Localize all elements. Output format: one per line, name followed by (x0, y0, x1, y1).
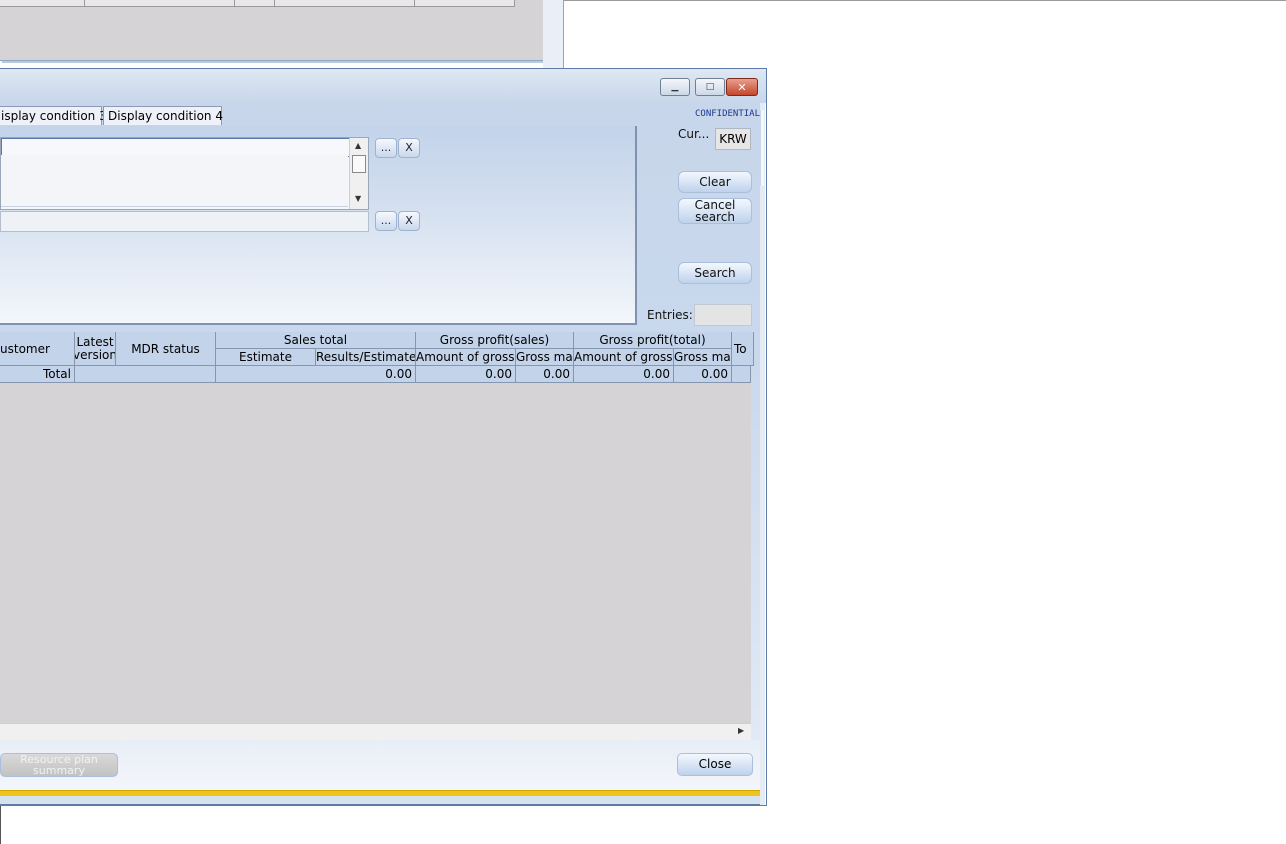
total-row-gp-total-amount: 0.00 (574, 366, 674, 383)
desktop-edge (0, 806, 1, 844)
background-column-divider (234, 0, 235, 6)
clear-button[interactable]: Clear (678, 171, 752, 193)
total-row-gp-total-margin: 0.00 (674, 366, 732, 383)
total-row-gp-sales-margin: 0.00 (516, 366, 574, 383)
tab-display-condition-4[interactable]: Display condition 4 (103, 106, 223, 125)
resource-plan-label: summary (33, 764, 85, 777)
confidential-label: CONFIDENTIAL (695, 109, 761, 119)
scroll-thumb[interactable] (352, 155, 366, 173)
listbox-scrollbar[interactable]: ▲ ▼ (349, 138, 368, 209)
close-button[interactable]: Close (677, 753, 753, 776)
clear-x-button[interactable]: X (398, 211, 420, 231)
tab-display-condition-3[interactable]: isplay condition 3 (0, 106, 107, 125)
browse-button[interactable]: ... (375, 211, 397, 231)
currency-field[interactable]: KRW (715, 128, 751, 150)
condition-text-field[interactable] (0, 211, 369, 232)
background-column-divider (84, 0, 85, 6)
search-button[interactable]: Search (678, 262, 752, 284)
maximize-button[interactable]: □ (695, 78, 725, 96)
column-header-estimate[interactable]: Estimate (216, 349, 316, 366)
column-header-gross-profit-sales[interactable]: Gross profit(sales) (416, 332, 574, 349)
desktop-edge (563, 0, 1286, 1)
scroll-down-icon[interactable]: ▼ (355, 194, 361, 203)
column-header-sales-total[interactable]: Sales total (216, 332, 416, 349)
total-row-label: Total (0, 366, 75, 383)
browse-button[interactable]: ... (375, 138, 397, 158)
title-bar[interactable]: ▁ □ ✕ (0, 68, 766, 103)
right-scroll-stub (760, 110, 764, 186)
total-row-gp-sales-amount: 0.00 (416, 366, 516, 383)
list-item[interactable] (1, 155, 348, 173)
cancel-search-button[interactable]: Cancel search (678, 198, 752, 224)
column-header-to[interactable]: To (732, 332, 754, 366)
column-header-results-estimate[interactable]: Results/Estimate (316, 349, 416, 366)
column-header-gp-total-amount[interactable]: Amount of gross p (574, 349, 674, 366)
scroll-up-icon[interactable]: ▲ (355, 141, 361, 150)
column-header-customer[interactable]: ustomer (0, 332, 75, 366)
close-window-button[interactable]: ✕ (726, 78, 758, 96)
background-column-divider (414, 0, 415, 6)
column-header-gp-sales-margin[interactable]: Gross mar (516, 349, 574, 366)
column-header-gross-profit-total[interactable]: Gross profit(total) (574, 332, 732, 349)
column-header-text: Latest (76, 334, 114, 349)
minimize-button[interactable]: ▁ (660, 78, 690, 96)
column-header-mdr-status[interactable]: MDR status (116, 332, 216, 366)
tab-label: isplay condition 3 (1, 109, 107, 123)
tab-label: Display condition 4 (108, 109, 223, 123)
background-column-divider (274, 0, 275, 6)
cancel-search-label: search (695, 210, 735, 224)
background-table-header (0, 0, 515, 7)
grid-horizontal-scrollbar[interactable]: ▶ (0, 723, 751, 740)
total-row-latest-mdr (75, 366, 216, 383)
column-header-gp-total-margin[interactable]: Gross mar (674, 349, 732, 366)
currency-label: Cur... (678, 127, 710, 141)
resource-plan-summary-button[interactable]: Resource plan summary (0, 753, 118, 777)
column-header-text: version (75, 347, 116, 362)
list-item[interactable] (1, 172, 348, 190)
column-header-latest-version[interactable]: Latest version (75, 332, 116, 366)
scroll-right-icon[interactable]: ▶ (738, 726, 744, 735)
background-window-frame (543, 0, 564, 68)
condition-listbox[interactable]: ▲ ▼ (0, 137, 369, 210)
background-window (0, 0, 544, 61)
results-grid: ustomer Latest version MDR status Sales … (0, 332, 754, 723)
total-row-results-estimate: 0.00 (216, 366, 416, 383)
clear-x-button[interactable]: X (398, 138, 420, 158)
window-bottom-border (0, 796, 760, 805)
entries-label: Entries: (647, 308, 693, 322)
list-item[interactable] (1, 189, 348, 207)
entries-count-field (694, 304, 752, 326)
total-row-to (732, 366, 751, 383)
column-header-gp-sales-amount[interactable]: Amount of gross p (416, 349, 516, 366)
